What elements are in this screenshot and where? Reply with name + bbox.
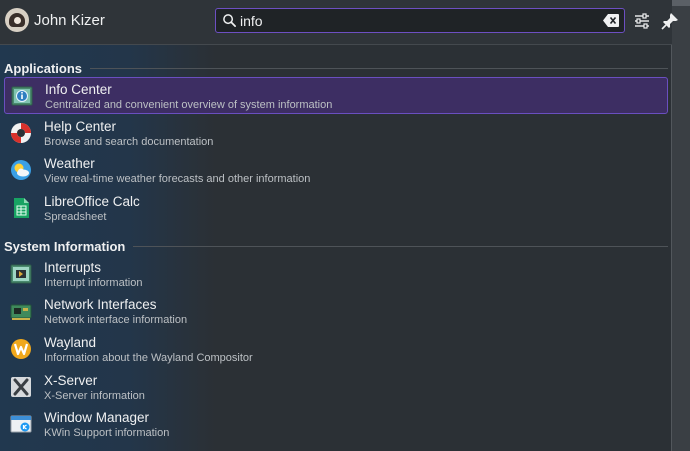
result-title: Weather: [44, 156, 95, 171]
result-description: Browse and search documentation: [44, 136, 214, 148]
result-x-server[interactable]: X-Server X-Server information: [4, 369, 668, 406]
avatar[interactable]: [5, 8, 29, 32]
result-info-center[interactable]: Info Center Centralized and convenient o…: [4, 77, 668, 114]
result-description: Spreadsheet: [44, 211, 107, 223]
result-window-manager[interactable]: Window Manager KWin Support information: [4, 406, 668, 443]
result-title: Window Manager: [44, 410, 150, 425]
launcher-header: John Kizer: [0, 0, 678, 45]
result-help-center[interactable]: Help Center Browse and search documentat…: [4, 115, 668, 152]
result-title: Network Interfaces: [44, 297, 157, 312]
section-header-system-information: System Information: [4, 237, 668, 255]
configure-icon[interactable]: [633, 12, 651, 30]
result-description: Interrupt information: [44, 277, 143, 289]
result-title: Help Center: [44, 119, 117, 134]
wayland-icon: [11, 339, 31, 359]
result-libreoffice-calc[interactable]: LibreOffice Calc Spreadsheet: [4, 190, 668, 227]
result-title: Wayland: [44, 335, 97, 350]
result-wayland[interactable]: Wayland Information about the Wayland Co…: [4, 331, 668, 368]
lifebuoy-icon: [11, 123, 31, 143]
pin-icon[interactable]: [661, 12, 679, 30]
window-manager-icon: [10, 415, 32, 433]
interrupts-icon: [10, 264, 32, 284]
section-title: System Information: [4, 238, 126, 254]
network-card-icon: [10, 304, 32, 320]
spreadsheet-icon: [14, 198, 29, 218]
result-title: LibreOffice Calc: [44, 194, 140, 209]
weather-icon: [11, 160, 31, 180]
info-center-icon: [11, 86, 33, 106]
clear-text-icon[interactable]: [603, 14, 619, 27]
search-field[interactable]: [215, 8, 625, 33]
result-description: Centralized and convenient overview of s…: [45, 99, 333, 111]
section-title: Applications: [4, 60, 83, 76]
result-weather[interactable]: Weather View real-time weather forecasts…: [4, 152, 668, 189]
result-description: Network interface information: [44, 314, 188, 326]
result-description: X-Server information: [44, 390, 145, 402]
search-input[interactable]: [240, 11, 590, 30]
result-description: Information about the Wayland Compositor: [44, 352, 253, 364]
result-title: X-Server: [44, 373, 98, 388]
result-description: KWin Support information: [44, 427, 170, 439]
result-description: View real-time weather forecasts and oth…: [44, 173, 311, 185]
result-title: Interrupts: [44, 260, 102, 275]
user-name[interactable]: John Kizer: [34, 12, 105, 29]
search-icon: [223, 14, 236, 27]
x-server-icon: [11, 377, 31, 397]
section-header-applications: Applications: [4, 59, 668, 77]
desktop-edge: [671, 0, 690, 451]
result-title: Info Center: [45, 82, 112, 97]
result-interrupts[interactable]: Interrupts Interrupt information: [4, 256, 668, 293]
result-network-interfaces[interactable]: Network Interfaces Network interface inf…: [4, 293, 668, 330]
